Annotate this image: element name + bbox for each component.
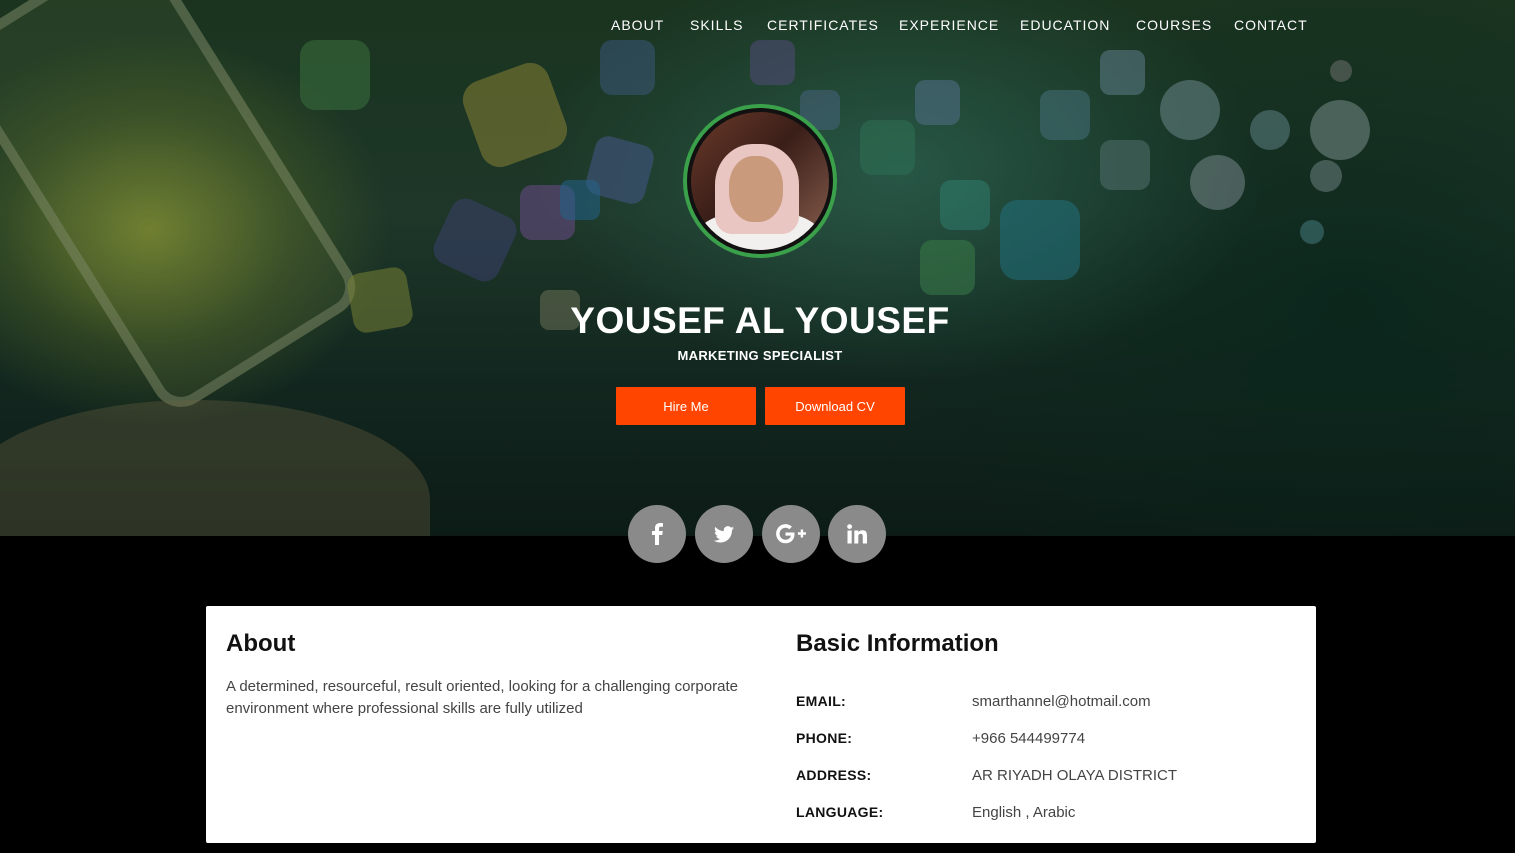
info-label: PHONE:	[796, 730, 853, 746]
avatar-face	[729, 156, 783, 222]
phone-value: +966 544499774	[972, 730, 1086, 747]
nav-item-certificates[interactable]: CERTIFICATES	[767, 17, 879, 33]
nav-item-courses[interactable]: COURSES	[1136, 17, 1212, 33]
download-cv-button[interactable]: Download CV	[765, 387, 905, 425]
language-value: English , Arabic	[972, 804, 1076, 821]
google-plus-icon	[776, 524, 806, 544]
about-heading: About	[226, 630, 296, 657]
hero-banner	[0, 0, 1515, 536]
info-label: EMAIL:	[796, 693, 847, 709]
info-row-email: EMAIL: smarthannel@hotmail.com	[796, 693, 1296, 713]
facebook-button[interactable]	[628, 505, 686, 563]
google-plus-button[interactable]	[762, 505, 820, 563]
info-label: LANGUAGE:	[796, 804, 884, 820]
about-text: A determined, resourceful, result orient…	[226, 678, 738, 717]
twitter-button[interactable]	[695, 505, 753, 563]
nav-item-education[interactable]: EDUCATION	[1020, 17, 1110, 33]
linkedin-icon	[847, 524, 867, 544]
nav-item-skills[interactable]: SKILLS	[690, 17, 743, 33]
profile-avatar	[683, 104, 837, 258]
facebook-icon	[652, 523, 663, 545]
hire-me-button[interactable]: Hire Me	[616, 387, 756, 425]
linkedin-button[interactable]	[828, 505, 886, 563]
info-row-address: ADDRESS: AR RIYADH OLAYA DISTRICT	[796, 767, 1296, 787]
profile-name: YOUSEF AL YOUSEF	[570, 300, 950, 341]
nav-item-experience[interactable]: EXPERIENCE	[899, 17, 999, 33]
info-row-phone: PHONE: +966 544499774	[796, 730, 1296, 750]
twitter-icon	[714, 525, 734, 542]
email-value: smarthannel@hotmail.com	[972, 693, 1151, 710]
basic-info-heading: Basic Information	[796, 630, 999, 657]
nav-item-about[interactable]: ABOUT	[611, 17, 664, 33]
info-card: About A determined, resourceful, result …	[206, 606, 1316, 843]
profile-title: MARKETING SPECIALIST	[677, 348, 843, 363]
nav-item-contact[interactable]: CONTACT	[1234, 17, 1308, 33]
address-value: AR RIYADH OLAYA DISTRICT	[972, 767, 1178, 784]
hero-overlay	[0, 0, 1515, 536]
info-row-language: LANGUAGE: English , Arabic	[796, 804, 1296, 824]
info-label: ADDRESS:	[796, 767, 872, 783]
avatar-photo	[691, 112, 829, 250]
top-navigation: ABOUT SKILLS CERTIFICATES EXPERIENCE EDU…	[0, 17, 1515, 37]
